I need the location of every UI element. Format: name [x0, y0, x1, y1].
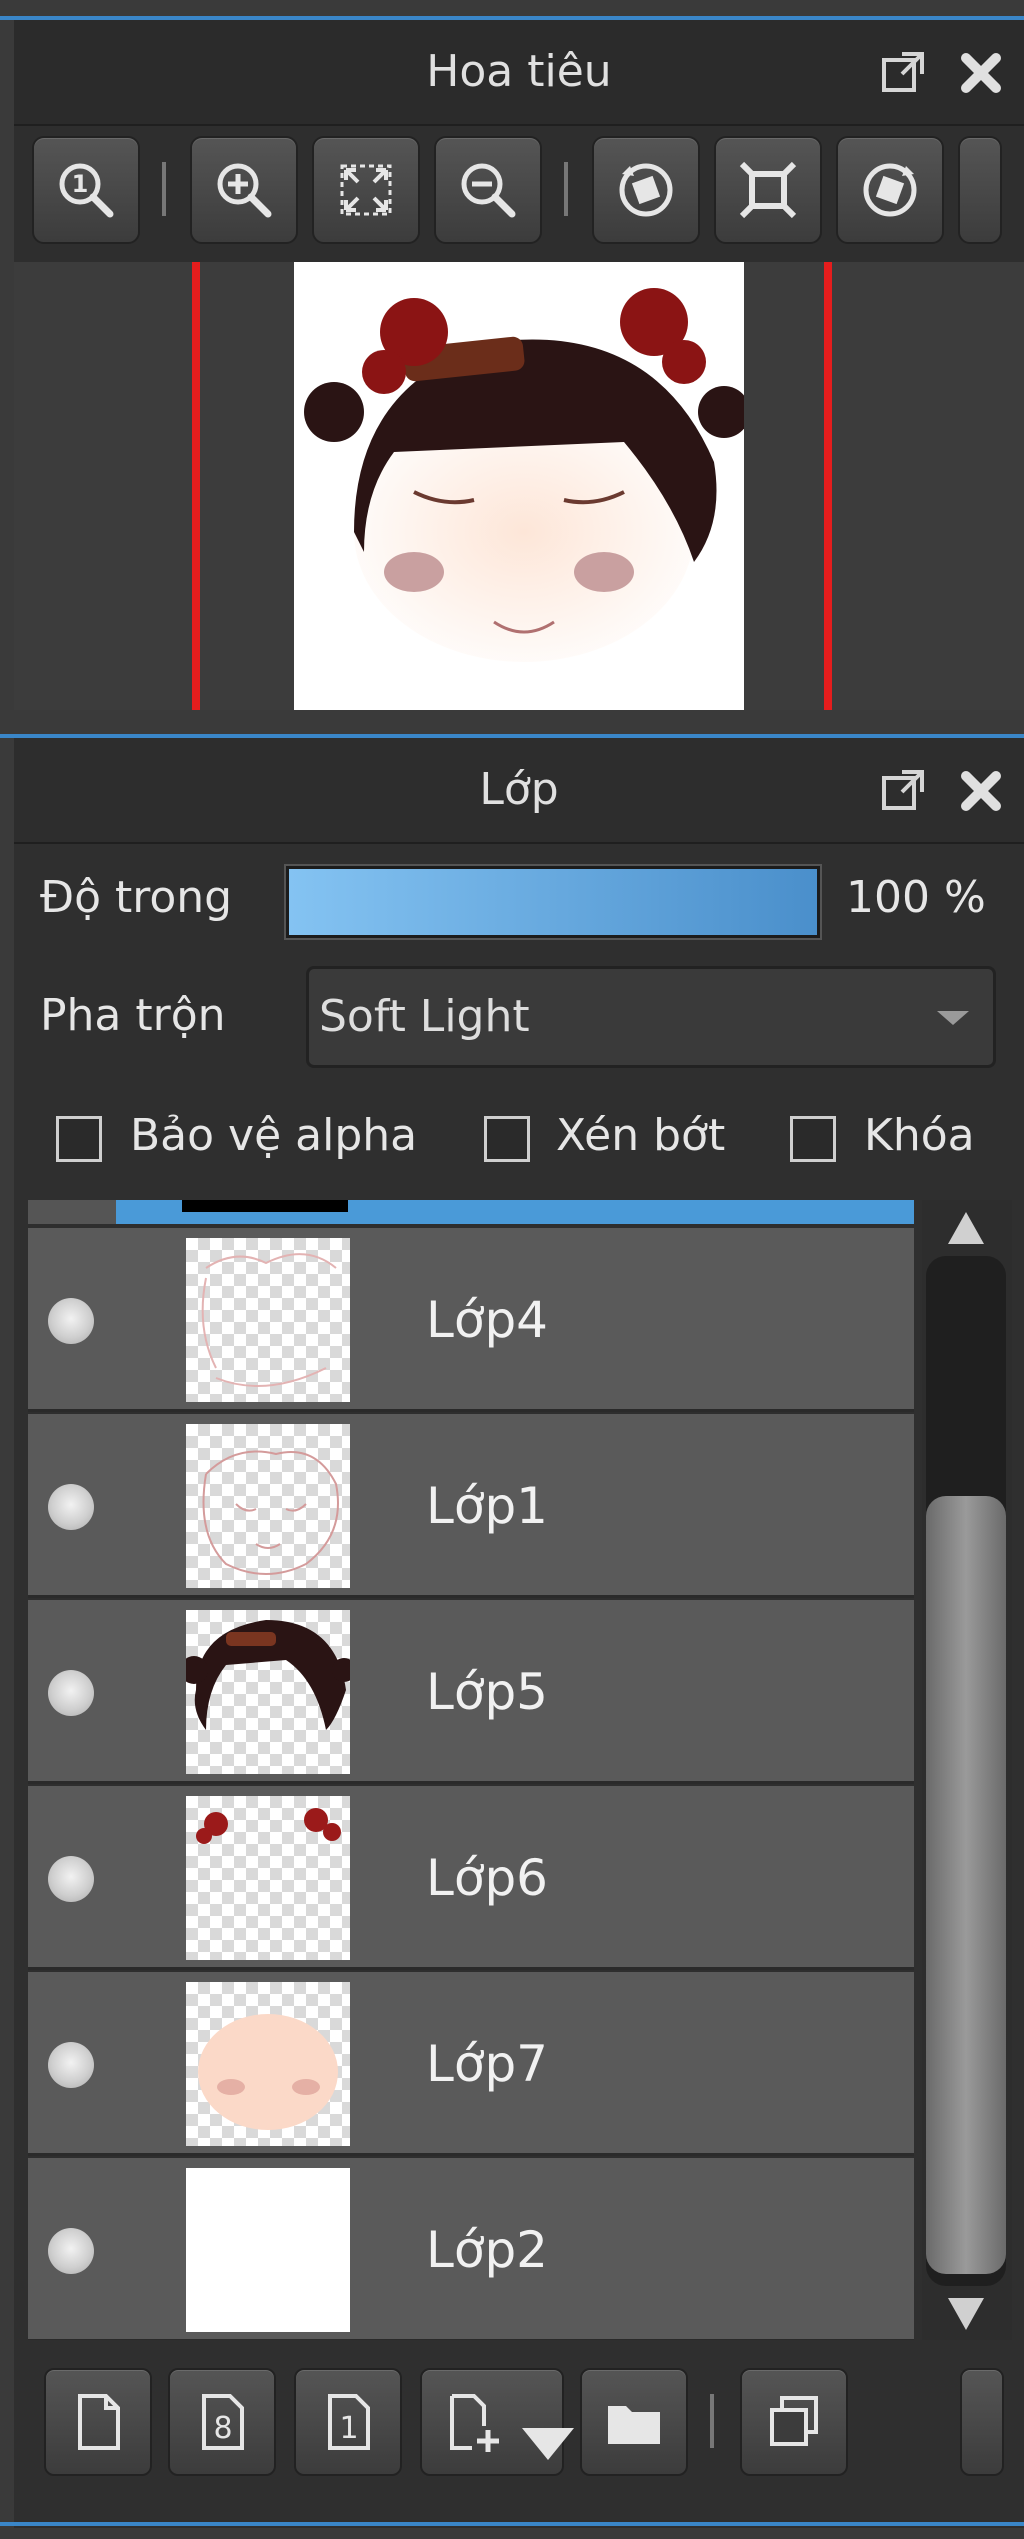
bottom-accent-line: [0, 2522, 1024, 2526]
view-frame-right: [824, 262, 832, 710]
bottom-toolbar-overflow-handle[interactable]: [960, 2368, 1004, 2476]
navigator-toolbar: 1: [14, 126, 1024, 262]
clipping-label: Xén bớt: [556, 1110, 726, 1161]
reset-view-icon: [739, 161, 797, 219]
new-document-icon: [78, 2394, 120, 2450]
scroll-down-icon[interactable]: [944, 2294, 988, 2334]
scrollbar-thumb[interactable]: [926, 1496, 1006, 2274]
layer-thumbnail: [186, 1796, 350, 1960]
layer-name: Lớp1: [426, 1477, 548, 1535]
opacity-value: 100 %: [846, 872, 986, 923]
toolbar-overflow-handle[interactable]: [958, 136, 1002, 244]
scroll-up-icon[interactable]: [944, 1208, 988, 1248]
layer-list-scrollbar[interactable]: [922, 1200, 1012, 2340]
svg-text:1: 1: [72, 170, 89, 198]
layer-thumbnail: [186, 1610, 350, 1774]
toolbar-separator: [564, 162, 568, 216]
visibility-eye-icon[interactable]: [48, 2228, 94, 2274]
toolbar-separator: [162, 162, 166, 216]
layers-popout-icon[interactable]: [880, 768, 926, 814]
opacity-slider[interactable]: [286, 866, 820, 938]
new-folder-button[interactable]: [580, 2368, 688, 2476]
opacity-label: Độ trong: [40, 872, 233, 923]
rotate-left-button[interactable]: [592, 136, 700, 244]
visibility-eye-icon[interactable]: [48, 1298, 94, 1344]
folder-icon: [608, 2406, 660, 2444]
zoom-out-icon: [461, 163, 516, 218]
layer-thumbnail: [186, 1424, 350, 1588]
navigator-popout-icon[interactable]: [880, 50, 926, 96]
layer-name: Lớp6: [426, 1849, 548, 1907]
layers-close-icon[interactable]: [958, 768, 1004, 814]
navigator-close-icon[interactable]: [958, 50, 1004, 96]
navigator-thumbnail-image: [294, 262, 744, 710]
add-layer-menu-button[interactable]: [420, 2368, 574, 2476]
zoom-actual-size-button[interactable]: 1: [32, 136, 140, 244]
new-1bit-layer-button[interactable]: 1: [294, 2368, 402, 2476]
navigator-title: Hoa tiêu: [426, 46, 612, 97]
navigator-titlebar: Hoa tiêu: [14, 20, 1024, 126]
layer-thumbnail: [186, 1982, 350, 2146]
blend-mode-select[interactable]: Soft Light: [306, 966, 996, 1068]
selected-layer-strip: [28, 1200, 914, 1224]
layer-row[interactable]: Lớp2: [28, 2158, 914, 2340]
layer-row[interactable]: Lớp7: [28, 1972, 914, 2156]
new-layer-button[interactable]: [44, 2368, 152, 2476]
visibility-eye-icon[interactable]: [48, 1670, 94, 1716]
zoom-in-button[interactable]: [190, 136, 298, 244]
layer-row[interactable]: Lớp6: [28, 1786, 914, 1970]
zoom-in-icon: [217, 163, 272, 218]
1bit-layer-icon: 1: [328, 2394, 370, 2450]
svg-text:8: 8: [213, 2411, 232, 2446]
layer-name: Lớp4: [426, 1291, 548, 1349]
8bit-layer-icon: 8: [202, 2394, 244, 2450]
view-frame-left: [192, 262, 200, 710]
zoom-actual-size-icon: 1: [59, 163, 114, 218]
rotate-right-button[interactable]: [836, 136, 944, 244]
toolbar-separator: [710, 2394, 714, 2448]
layer-row[interactable]: Lớp5: [28, 1600, 914, 1784]
fit-to-window-button[interactable]: [312, 136, 420, 244]
visibility-eye-icon[interactable]: [48, 1856, 94, 1902]
zoom-out-button[interactable]: [434, 136, 542, 244]
protect-alpha-checkbox[interactable]: [56, 1116, 102, 1162]
svg-text:1: 1: [339, 2411, 358, 2446]
layers-title: Lớp: [479, 764, 559, 815]
fit-window-icon: [340, 164, 392, 216]
layer-thumbnail: [186, 1238, 350, 1402]
layer-name: Lớp7: [426, 2035, 548, 2093]
lock-label: Khóa: [864, 1110, 975, 1161]
clipping-checkbox[interactable]: [484, 1116, 530, 1162]
layer-row[interactable]: Lớp4: [28, 1228, 914, 1412]
visibility-eye-icon[interactable]: [48, 1484, 94, 1530]
blend-mode-label: Pha trộn: [40, 990, 226, 1041]
visibility-eye-icon[interactable]: [48, 2042, 94, 2088]
layer-row[interactable]: Lớp1: [28, 1414, 914, 1598]
layer-thumbnail: [186, 2168, 350, 2332]
chevron-down-icon: [937, 1011, 969, 1025]
layer-name: Lớp2: [426, 2221, 548, 2279]
reset-view-button[interactable]: [714, 136, 822, 244]
layer-list[interactable]: Lớp4 Lớp1 Lớp5 Lớp6 Lớp7 Lớp2: [28, 1200, 914, 2340]
rotate-right-icon: [863, 163, 917, 217]
new-8bit-layer-button[interactable]: 8: [168, 2368, 276, 2476]
add-layer-icon: [450, 2394, 499, 2452]
navigator-preview[interactable]: [14, 262, 1024, 710]
duplicate-icon: [770, 2396, 818, 2446]
chevron-down-icon: [522, 2428, 574, 2460]
lock-checkbox[interactable]: [790, 1116, 836, 1162]
protect-alpha-label: Bảo vệ alpha: [130, 1110, 418, 1161]
layer-name: Lớp5: [426, 1663, 548, 1721]
duplicate-layer-button[interactable]: [740, 2368, 848, 2476]
layers-titlebar: Lớp: [14, 738, 1024, 844]
rotate-left-icon: [619, 163, 673, 217]
blend-mode-value: Soft Light: [319, 991, 530, 1042]
